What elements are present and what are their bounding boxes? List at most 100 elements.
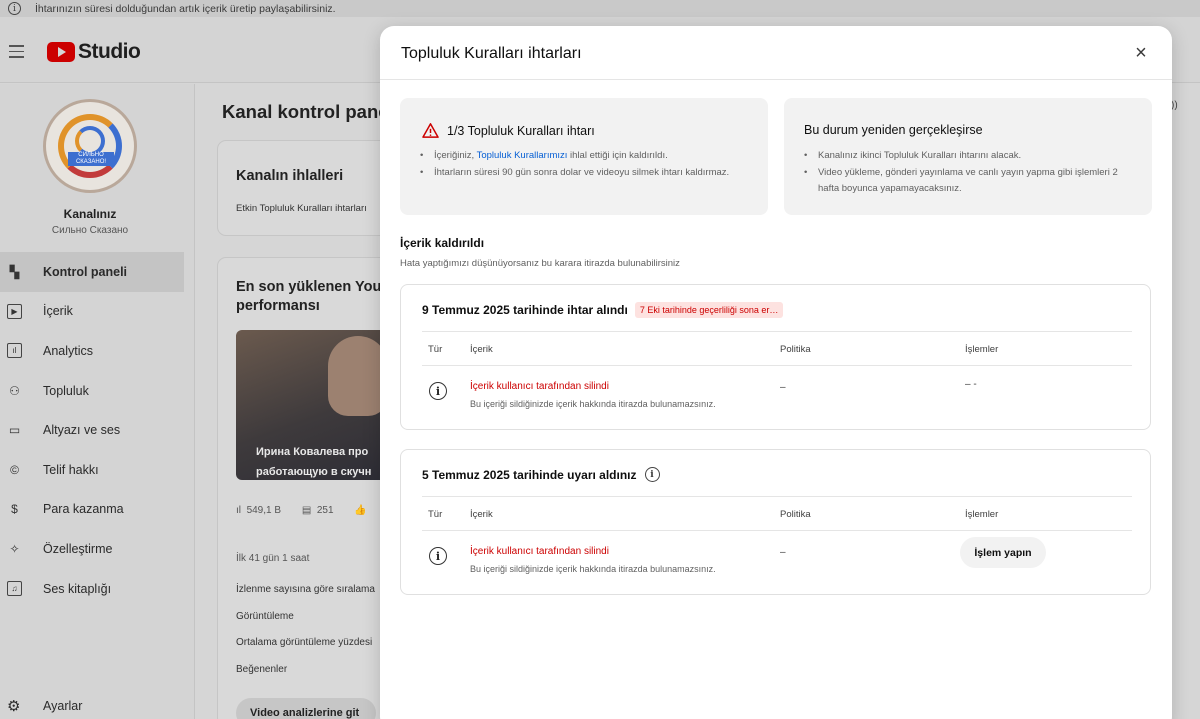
column-header-actions: İşlemler [965, 344, 999, 355]
sidebar-item-label: Telif hakkı [43, 462, 99, 477]
consequences-panel: Bu durum yeniden gerçekleşirse Kanalınız… [784, 98, 1152, 215]
info-icon: i [8, 2, 21, 15]
strike-card: 9 Temmuz 2025 tarihinde ihtar alındı 7 E… [400, 284, 1151, 430]
studio-logo[interactable]: Studio [47, 40, 141, 64]
table-row: i İçerik kullanıcı tarafından silindi Bu… [422, 366, 1132, 416]
strike-summary-panel: 1/3 Topluluk Kuralları ihtarı İçeriğiniz… [400, 98, 768, 215]
sidebar-item-label: Analytics [43, 343, 94, 358]
dashboard-icon: ▚ [9, 264, 20, 279]
monetization-icon: $ [11, 502, 18, 517]
sidebar-item-community[interactable]: ⚇ Topluluk [0, 371, 184, 411]
list-item: Kanalınız ikinci Topluluk Kuralları ihta… [804, 148, 1134, 165]
banner-text: İhtarınızın süresi dolduğundan artık içe… [35, 2, 336, 15]
panel-title: Bu durum yeniden gerçekleşirse [804, 123, 983, 137]
metric-row: İzlenme sayısına göre sıralama [236, 584, 375, 595]
sidebar-item-customization[interactable]: ✧ Özelleştirme [0, 529, 184, 569]
sidebar-item-label: İçerik [43, 304, 73, 319]
channel-violations-card: Kanalın ihlalleri Etkin Topluluk Kuralla… [217, 140, 397, 236]
card-title: Kanalın ihlalleri [236, 168, 344, 184]
notice-banner: i İhtarınızın süresi dolduğundan artık i… [0, 0, 1200, 17]
speaker-icon[interactable]: )) [1171, 100, 1178, 111]
column-header-content: İçerik [470, 509, 493, 520]
list-item: Video yükleme, gönderi yayınlama ve canl… [804, 165, 1134, 198]
row-title: İçerik kullanıcı tarafından silindi [470, 381, 609, 392]
views-count: ıl 549,1 B [236, 505, 282, 516]
audio-library-icon: ♫ [7, 581, 22, 597]
sidebar-item-label: Topluluk [43, 383, 89, 398]
metric-row: Beğenenler [236, 663, 288, 675]
metric-row: Görüntüleme [236, 610, 294, 622]
info-icon[interactable]: i [429, 547, 447, 565]
table-header: Tür İçerik Politika İşlemler [422, 331, 1132, 366]
consequences-list: Kanalınız ikinci Topluluk Kuralları ihta… [804, 148, 1134, 198]
sidebar-item-label: Ses kitaplığı [43, 581, 112, 596]
sidebar-item-label: Ayarlar [43, 699, 83, 713]
sidebar-item-audio-library[interactable]: ♫ Ses kitaplığı [0, 569, 184, 609]
sidebar-item-label: Özelleştirme [43, 541, 113, 556]
column-header-actions: İşlemler [965, 509, 999, 520]
avatar-text: СИЛЬНО СКАЗАНО! [68, 152, 114, 166]
content-icon: ▶ [7, 303, 22, 319]
channel-name: Kanalınız [63, 207, 117, 221]
video-thumbnail[interactable]: Ирина Ковалева про работающую в скучн [236, 330, 396, 480]
sidebar-item-settings[interactable]: ⚙ Ayarlar [7, 697, 82, 715]
sidebar-item-subtitles[interactable]: ▭ Altyazı ve ses [0, 410, 184, 450]
close-icon[interactable]: × [1130, 42, 1152, 64]
metric-row: Ortalama görüntüleme yüzdesi [236, 637, 373, 648]
comments-count: ▤ 251 [301, 505, 334, 516]
sidebar-item-label: Altyazı ve ses [43, 423, 121, 438]
section-subtitle: Hata yaptığımızı düşünüyorsanız bu karar… [400, 258, 680, 269]
row-description: Bu içeriği sildiğinizde içerik hakkında … [470, 564, 716, 574]
warning-icon [422, 123, 439, 138]
customization-icon: ✧ [9, 541, 20, 556]
strike-info-list: İçeriğiniz, Topluluk Kurallarımızı ihlal… [420, 148, 750, 181]
column-header-type: Tür [428, 344, 443, 355]
analytics-icon: ıl [7, 343, 22, 359]
community-icon: ⚇ [9, 383, 20, 398]
card-text: Etkin Topluluk Kuralları ihtarları [236, 203, 367, 214]
copyright-icon: © [10, 462, 19, 477]
subtitles-icon: ▭ [8, 423, 21, 438]
sidebar-item-copyright[interactable]: © Telif hakkı [0, 450, 184, 490]
channel-avatar[interactable]: СИЛЬНО СКАЗАНО! [43, 99, 137, 193]
sidebar-item-analytics[interactable]: ıl Analytics [0, 331, 184, 371]
sidebar-item-content[interactable]: ▶ İçerik [0, 292, 184, 332]
info-icon[interactable]: i [644, 467, 660, 482]
sidebar-item-label: Kontrol paneli [43, 264, 128, 279]
metric-rows: İzlenme sayısına göre sıralama Görüntüle… [236, 584, 375, 690]
expiry-badge: 7 Eki tarihinde geçerliliği sona er… [634, 302, 784, 318]
youtube-play-icon [47, 42, 75, 62]
info-icon[interactable]: i [429, 382, 447, 400]
sidebar-item-dashboard[interactable]: ▚ Kontrol paneli [0, 252, 184, 292]
strike-title: 9 Temmuz 2025 tarihinde ihtar alındı [422, 303, 628, 317]
community-guidelines-link[interactable]: Topluluk Kurallarımızı [477, 150, 568, 161]
list-item: İçeriğiniz, Topluluk Kurallarımızı ihlal… [420, 148, 750, 165]
video-stats: ıl 549,1 B ▤ 251 👍 [236, 505, 385, 516]
table-row: i İçerik kullanıcı tarafından silindi Bu… [422, 531, 1132, 581]
video-analytics-button[interactable]: Video analizlerine git [236, 698, 376, 719]
row-policy: – [780, 382, 786, 393]
video-caption: Ирина Ковалева про работающую в скучн [256, 446, 372, 478]
dialog-header: Topluluk Kuralları ihtarları × [380, 26, 1172, 80]
sidebar-nav: ▚ Kontrol paneli ▶ İçerik ıl Analytics ⚇… [0, 252, 184, 608]
list-item: İhtarların süresi 90 gün sonra dolar ve … [420, 165, 750, 182]
channel-subtitle: Сильно Сказано [51, 225, 129, 236]
video-meta: İlk 41 gün 1 saat [236, 553, 310, 564]
table-header: Tür İçerik Politika İşlemler [422, 496, 1132, 531]
warning-title: 5 Temmuz 2025 tarihinde uyarı aldınız [422, 467, 637, 482]
row-policy: – [780, 547, 786, 558]
card-title: En son yüklenen YouTube video performans… [236, 279, 396, 314]
like-icon: 👍 [354, 505, 367, 516]
settings-icon: ⚙ [7, 698, 21, 715]
warning-card: 5 Temmuz 2025 tarihinde uyarı aldınız i … [400, 449, 1151, 595]
column-header-type: Tür [428, 509, 443, 520]
sidebar: СИЛЬНО СКАЗАНО! Kanalınız Сильно Сказано… [0, 84, 195, 719]
column-header-content: İçerik [470, 344, 493, 355]
take-action-button[interactable]: İşlem yapın [960, 537, 1046, 568]
column-header-policy: Politika [780, 344, 811, 355]
latest-video-card: En son yüklenen YouTube video performans… [217, 257, 397, 719]
hamburger-menu-icon[interactable] [9, 45, 24, 62]
section-title: İçerik kaldırıldı [400, 236, 485, 250]
panel-title: 1/3 Topluluk Kuralları ihtarı [447, 123, 595, 138]
sidebar-item-monetization[interactable]: $ Para kazanma [0, 490, 184, 530]
